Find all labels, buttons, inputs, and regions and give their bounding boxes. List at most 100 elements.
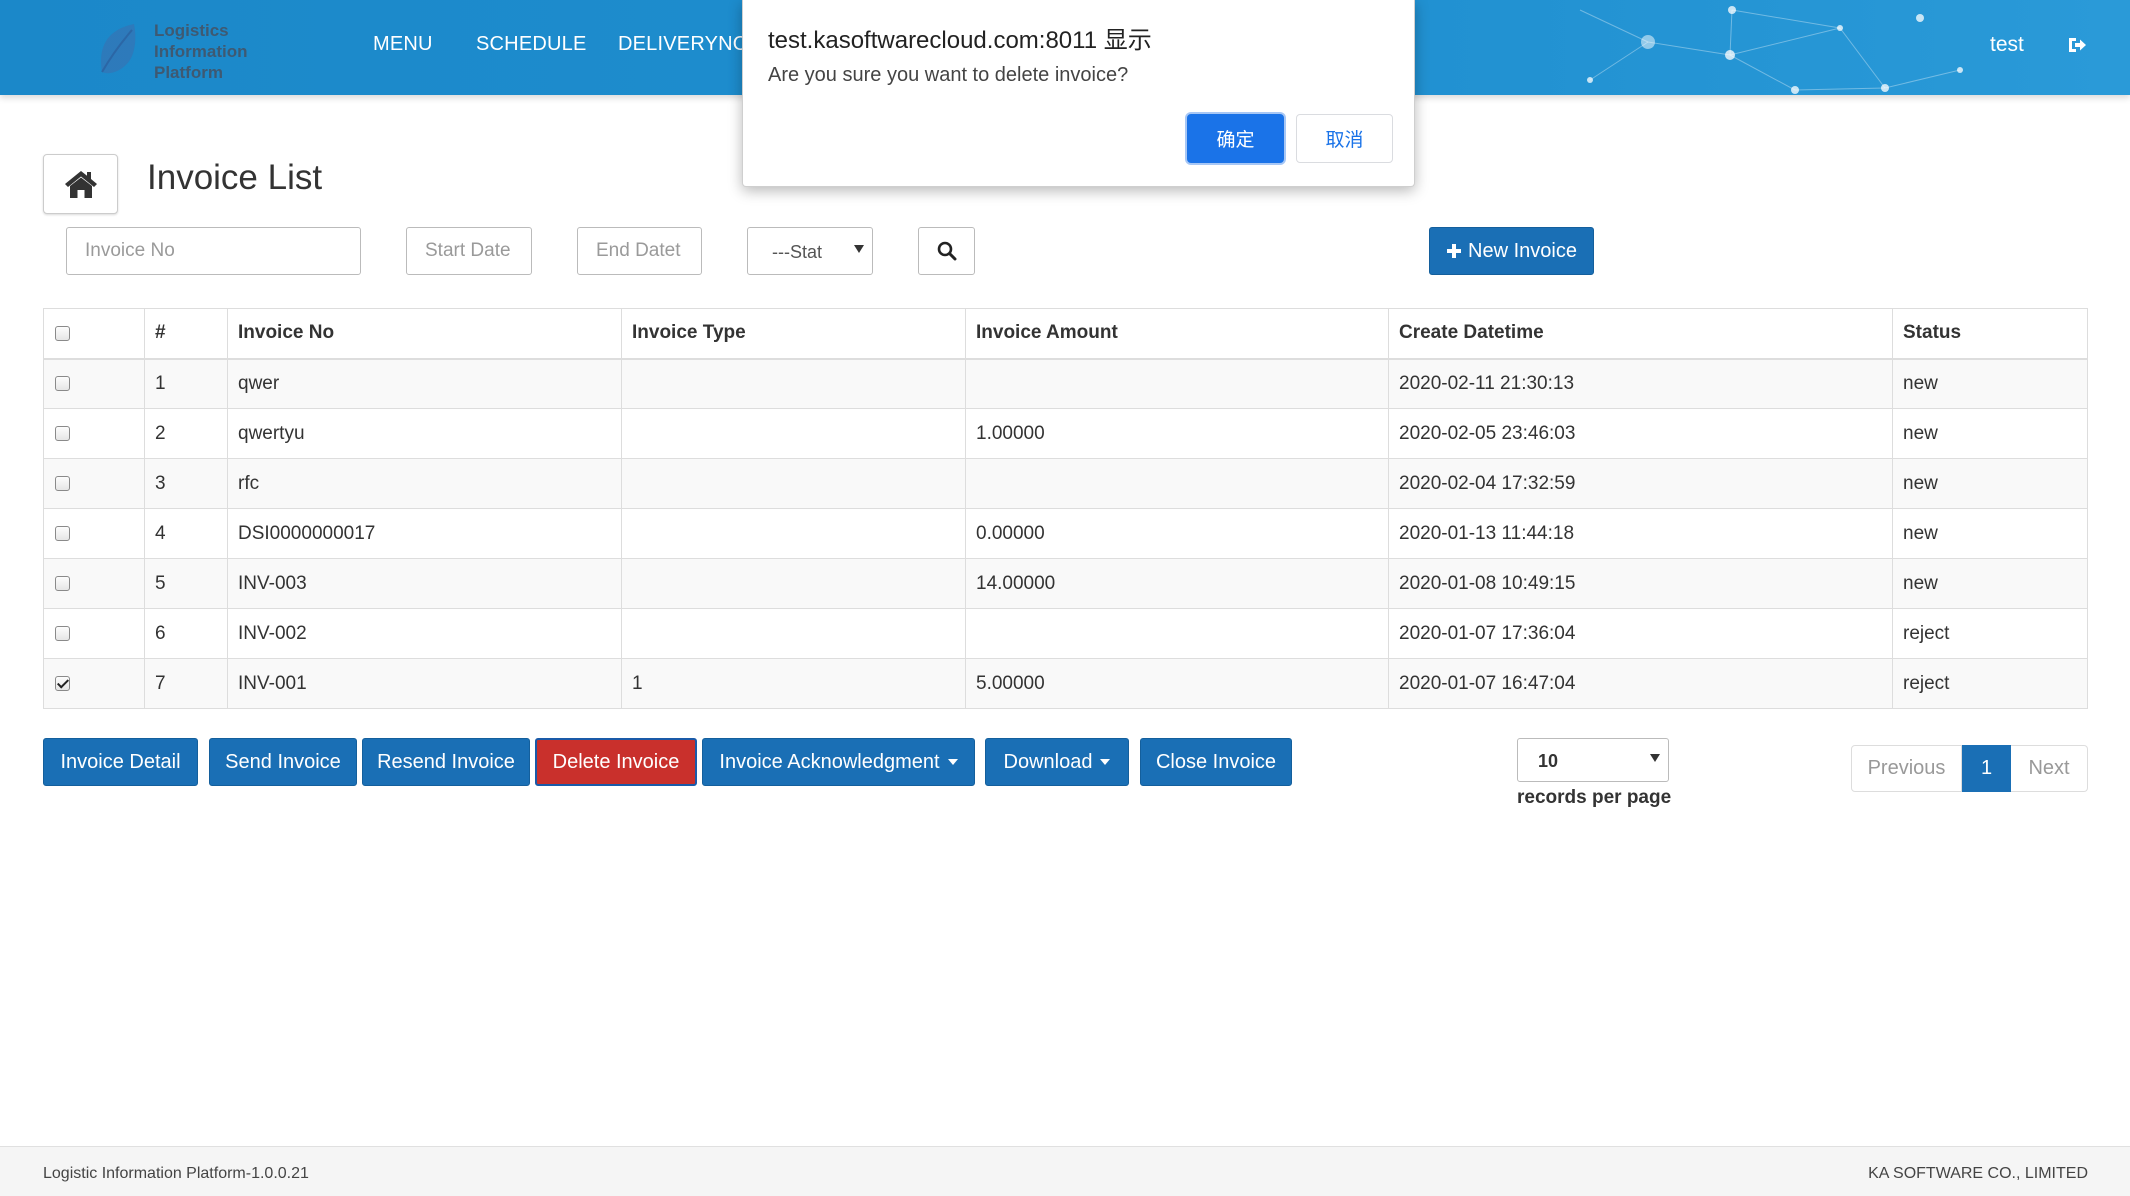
row-checkbox[interactable] bbox=[55, 575, 70, 591]
invoice-detail-button[interactable]: Invoice Detail bbox=[43, 738, 198, 786]
row-checkbox-cell bbox=[43, 558, 145, 609]
dialog-ok-button[interactable]: 确定 bbox=[1187, 114, 1284, 163]
invoice-no-input[interactable] bbox=[66, 227, 361, 275]
row-number: 5 bbox=[144, 558, 228, 609]
row-status: reject bbox=[1892, 608, 2088, 659]
new-invoice-label: New Invoice bbox=[1468, 239, 1577, 262]
row-invoice-amount: 0.00000 bbox=[965, 508, 1389, 559]
pagination-page-current[interactable]: 1 bbox=[1962, 745, 2011, 792]
nav-item-deliverynote[interactable]: DELIVERYNOT bbox=[618, 33, 761, 56]
row-create-datetime: 2020-02-04 17:32:59 bbox=[1388, 458, 1893, 509]
row-checkbox[interactable] bbox=[55, 625, 70, 641]
column-header-create-datetime[interactable]: Create Datetime bbox=[1388, 308, 1893, 360]
logo-line: Platform bbox=[154, 63, 223, 82]
row-checkbox[interactable] bbox=[55, 376, 70, 392]
row-checkbox-cell bbox=[43, 508, 145, 559]
row-checkbox-cell bbox=[43, 608, 145, 659]
records-per-page-select[interactable]: 10 bbox=[1517, 738, 1669, 782]
records-per-page-label: records per page bbox=[1517, 787, 1672, 808]
end-date-input[interactable] bbox=[577, 227, 702, 275]
row-checkbox[interactable] bbox=[55, 475, 70, 491]
row-invoice-no: rfc bbox=[227, 458, 622, 509]
row-number: 2 bbox=[144, 408, 228, 459]
logo-leaf-icon bbox=[101, 24, 136, 74]
sign-out-icon[interactable] bbox=[2066, 34, 2088, 56]
dialog-origin: test.kasoftwarecloud.com:8011 显示 bbox=[768, 27, 1152, 54]
dialog-cancel-button[interactable]: 取消 bbox=[1296, 114, 1393, 163]
download-dropdown[interactable]: Download bbox=[985, 738, 1129, 786]
row-create-datetime: 2020-02-05 23:46:03 bbox=[1388, 408, 1893, 459]
row-invoice-type bbox=[621, 508, 966, 559]
row-checkbox-checked[interactable] bbox=[55, 675, 70, 691]
table-row[interactable]: 4 DSI0000000017 0.00000 2020-01-13 11:44… bbox=[43, 508, 2088, 559]
table-header-row: # Invoice No Invoice Type Invoice Amount… bbox=[43, 308, 2088, 360]
row-invoice-amount: 5.00000 bbox=[965, 658, 1389, 709]
status-select[interactable]: ---Stat bbox=[747, 227, 873, 275]
home-button[interactable] bbox=[43, 154, 118, 214]
row-checkbox[interactable] bbox=[55, 425, 70, 441]
column-header-invoice-no[interactable]: Invoice No bbox=[227, 308, 622, 360]
delete-invoice-label: Delete Invoice bbox=[552, 750, 680, 773]
row-invoice-amount bbox=[965, 358, 1389, 409]
table-row[interactable]: 7 INV-001 1 5.00000 2020-01-07 16:47:04 … bbox=[43, 658, 2088, 709]
footer: Logistic Information Platform-1.0.0.21 K… bbox=[0, 1146, 2130, 1196]
row-invoice-type: 1 bbox=[621, 658, 966, 709]
row-number: 3 bbox=[144, 458, 228, 509]
caret-down-icon bbox=[947, 759, 958, 765]
logo-line: Information bbox=[154, 42, 248, 61]
search-button[interactable] bbox=[918, 227, 975, 275]
pagination-previous[interactable]: Previous bbox=[1851, 745, 1962, 792]
nav-item-schedule[interactable]: SCHEDULE bbox=[476, 33, 587, 56]
caret-down-icon bbox=[1100, 759, 1111, 765]
row-invoice-amount: 1.00000 bbox=[965, 408, 1389, 459]
column-header-number[interactable]: # bbox=[144, 308, 228, 360]
row-invoice-no: INV-001 bbox=[227, 658, 622, 709]
user-name[interactable]: test bbox=[1990, 33, 2024, 57]
column-header-invoice-type[interactable]: Invoice Type bbox=[621, 308, 966, 360]
pagination-next[interactable]: Next bbox=[2011, 745, 2088, 792]
invoice-acknowledgment-label: Invoice Acknowledgment bbox=[719, 750, 940, 773]
row-number: 7 bbox=[144, 658, 228, 709]
dialog-message: Are you sure you want to delete invoice? bbox=[768, 64, 1129, 86]
row-status: reject bbox=[1892, 658, 2088, 709]
send-invoice-label: Send Invoice bbox=[225, 750, 341, 773]
table-row[interactable]: 1 qwer 2020-02-11 21:30:13 new bbox=[43, 358, 2088, 409]
delete-invoice-button[interactable]: Delete Invoice bbox=[535, 738, 697, 786]
logo[interactable]: Logistics Information Platform bbox=[96, 18, 276, 84]
chevron-down-icon bbox=[854, 245, 864, 253]
plus-icon bbox=[1447, 244, 1462, 258]
row-invoice-type bbox=[621, 408, 966, 459]
nav-item-menu[interactable]: MENU bbox=[373, 33, 433, 56]
close-invoice-button[interactable]: Close Invoice bbox=[1140, 738, 1292, 786]
row-number: 4 bbox=[144, 508, 228, 559]
row-status: new bbox=[1892, 458, 2088, 509]
row-invoice-type bbox=[621, 608, 966, 659]
resend-invoice-button[interactable]: Resend Invoice bbox=[362, 738, 530, 786]
new-invoice-button[interactable]: New Invoice bbox=[1429, 227, 1594, 275]
column-header-status[interactable]: Status bbox=[1892, 308, 2088, 360]
row-status: new bbox=[1892, 408, 2088, 459]
row-status: new bbox=[1892, 558, 2088, 609]
status-select-value: ---Stat bbox=[772, 242, 823, 262]
close-invoice-label: Close Invoice bbox=[1155, 750, 1277, 773]
records-per-page-value: 10 bbox=[1538, 751, 1559, 771]
row-create-datetime: 2020-01-07 16:47:04 bbox=[1388, 658, 1893, 709]
row-create-datetime: 2020-01-13 11:44:18 bbox=[1388, 508, 1893, 559]
select-all-checkbox[interactable] bbox=[55, 325, 70, 341]
logo-text: Logistics Information Platform bbox=[154, 20, 248, 83]
table-row[interactable]: 2 qwertyu 1.00000 2020-02-05 23:46:03 ne… bbox=[43, 408, 2088, 459]
chevron-down-icon bbox=[1650, 754, 1660, 762]
column-header-invoice-amount[interactable]: Invoice Amount bbox=[965, 308, 1389, 360]
confirm-dialog: test.kasoftwarecloud.com:8011 显示 Are you… bbox=[742, 0, 1415, 187]
row-invoice-no: DSI0000000017 bbox=[227, 508, 622, 559]
row-checkbox[interactable] bbox=[55, 525, 70, 541]
start-date-input[interactable] bbox=[406, 227, 532, 275]
row-number: 6 bbox=[144, 608, 228, 659]
footer-version: Logistic Information Platform-1.0.0.21 bbox=[43, 1165, 309, 1182]
table-row[interactable]: 5 INV-003 14.00000 2020-01-08 10:49:15 n… bbox=[43, 558, 2088, 609]
invoice-acknowledgment-dropdown[interactable]: Invoice Acknowledgment bbox=[702, 738, 975, 786]
table-row[interactable]: 3 rfc 2020-02-04 17:32:59 new bbox=[43, 458, 2088, 509]
table-row[interactable]: 6 INV-002 2020-01-07 17:36:04 reject bbox=[43, 608, 2088, 659]
download-label: Download bbox=[1003, 750, 1093, 773]
send-invoice-button[interactable]: Send Invoice bbox=[209, 738, 357, 786]
